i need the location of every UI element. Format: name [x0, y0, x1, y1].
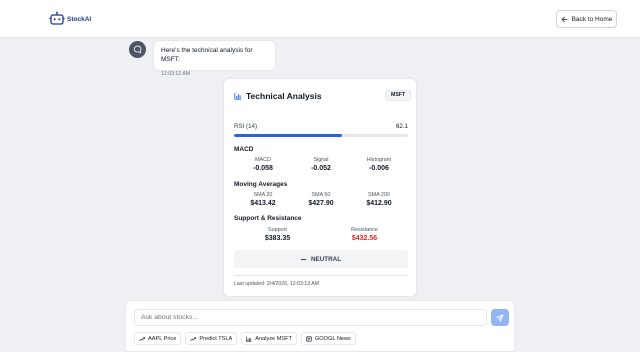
- arrow-left-icon: [561, 16, 568, 22]
- quick-action-aapl-price[interactable]: AAPL Price: [134, 332, 182, 345]
- app-header: StockAI Back to Home: [0, 0, 640, 38]
- macd-value: -0.058: [253, 165, 273, 172]
- chip-label: Predict TSLA: [199, 335, 233, 342]
- technical-analysis-card: Technical Analysis MSFT RSI (14) 62.1 MA…: [223, 78, 417, 297]
- chat-composer: AAPL Price Predict TSLA Analyze MSFT GOO…: [125, 300, 515, 352]
- rsi-progress-bar: [234, 134, 408, 137]
- logo-text: StockAI: [67, 15, 92, 23]
- support-resistance-title: Support & Resistance: [234, 215, 302, 222]
- quick-action-googl-news[interactable]: GOOGL News: [300, 332, 356, 345]
- chat-bubble-icon: [133, 45, 142, 54]
- rsi-label: RSI (14): [234, 123, 258, 130]
- bot-avatar: [129, 41, 146, 58]
- sma20-label: SMA 20: [253, 192, 273, 198]
- macd-section-title: MACD: [234, 146, 254, 153]
- support-value: $383.35: [264, 235, 291, 242]
- chip-label: AAPL Price: [148, 335, 177, 342]
- divider: [234, 275, 408, 276]
- sma200-cell: SMA 200 $412.90: [350, 192, 408, 208]
- bot-logo-icon: [49, 11, 65, 25]
- macd-grid: MACD -0.058 Signal -0.052 Histogram -0.0…: [234, 157, 408, 173]
- back-button-label: Back to Home: [571, 15, 613, 23]
- resistance-cell: Resistance $432.56: [321, 227, 408, 243]
- macd-cell: MACD -0.058: [234, 157, 292, 173]
- sma50-label: SMA 50: [311, 192, 331, 198]
- resistance-label: Resistance: [351, 227, 378, 233]
- rsi-progress-fill: [234, 134, 343, 137]
- signal-badge: NEUTRAL: [234, 250, 408, 268]
- send-icon: [496, 313, 504, 322]
- signal-cell: Signal -0.052: [292, 157, 350, 173]
- sma20-cell: SMA 20 $413.42: [234, 192, 292, 208]
- card-header: Technical Analysis: [234, 91, 322, 101]
- signal-label: Signal: [313, 157, 329, 163]
- bot-message-bubble: Here's the technical analysis for MSFT: …: [153, 40, 276, 77]
- histogram-value: -0.006: [369, 165, 389, 172]
- back-to-home-button[interactable]: Back to Home: [556, 10, 617, 28]
- support-cell: Support $383.35: [234, 227, 321, 243]
- bar-chart-icon: [246, 336, 252, 342]
- chat-input[interactable]: [134, 309, 487, 326]
- quick-action-analyze-msft[interactable]: Analyze MSFT: [241, 332, 297, 345]
- signal-value: -0.052: [311, 165, 331, 172]
- sma50-cell: SMA 50 $427.90: [292, 192, 350, 208]
- trending-up-icon: [190, 336, 197, 341]
- newspaper-icon: [306, 336, 312, 342]
- last-updated-text: Last updated: 2/4/2026, 12:03:13 AM: [234, 281, 320, 287]
- chip-label: GOOGL News: [314, 335, 351, 342]
- message-timestamp: 12:03:12 AM: [161, 71, 191, 77]
- histogram-cell: Histogram -0.006: [350, 157, 408, 173]
- card-title: Technical Analysis: [246, 91, 322, 101]
- histogram-label: Histogram: [366, 157, 392, 163]
- send-button[interactable]: [491, 309, 509, 326]
- trending-up-icon: [139, 336, 145, 341]
- sma200-value: $412.90: [366, 200, 392, 207]
- moving-averages-title: Moving Averages: [234, 181, 288, 188]
- app-logo[interactable]: StockAI: [49, 10, 91, 28]
- rsi-value: 62.1: [395, 123, 408, 130]
- macd-label: MACD: [255, 157, 271, 163]
- rsi-row: RSI (14) 62.1: [234, 123, 408, 130]
- minus-icon: [300, 258, 306, 260]
- signal-text: NEUTRAL: [310, 255, 342, 263]
- sma50-value: $427.90: [308, 200, 334, 207]
- sma200-label: SMA 200: [368, 192, 390, 198]
- ticker-badge: MSFT: [385, 90, 412, 101]
- message-text: Here's the technical analysis for MSFT:: [161, 47, 253, 63]
- support-resistance-grid: Support $383.35 Resistance $432.56: [234, 227, 408, 243]
- quick-action-predict-tsla[interactable]: Predict TSLA: [185, 332, 238, 345]
- quick-actions: AAPL Price Predict TSLA Analyze MSFT GOO…: [134, 332, 356, 345]
- support-label: Support: [268, 227, 287, 233]
- chip-label: Analyze MSFT: [255, 335, 292, 342]
- resistance-value: $432.56: [351, 235, 378, 242]
- bar-chart-icon: [234, 92, 242, 100]
- sma20-value: $413.42: [250, 200, 276, 207]
- moving-averages-grid: SMA 20 $413.42 SMA 50 $427.90 SMA 200 $4…: [234, 192, 408, 208]
